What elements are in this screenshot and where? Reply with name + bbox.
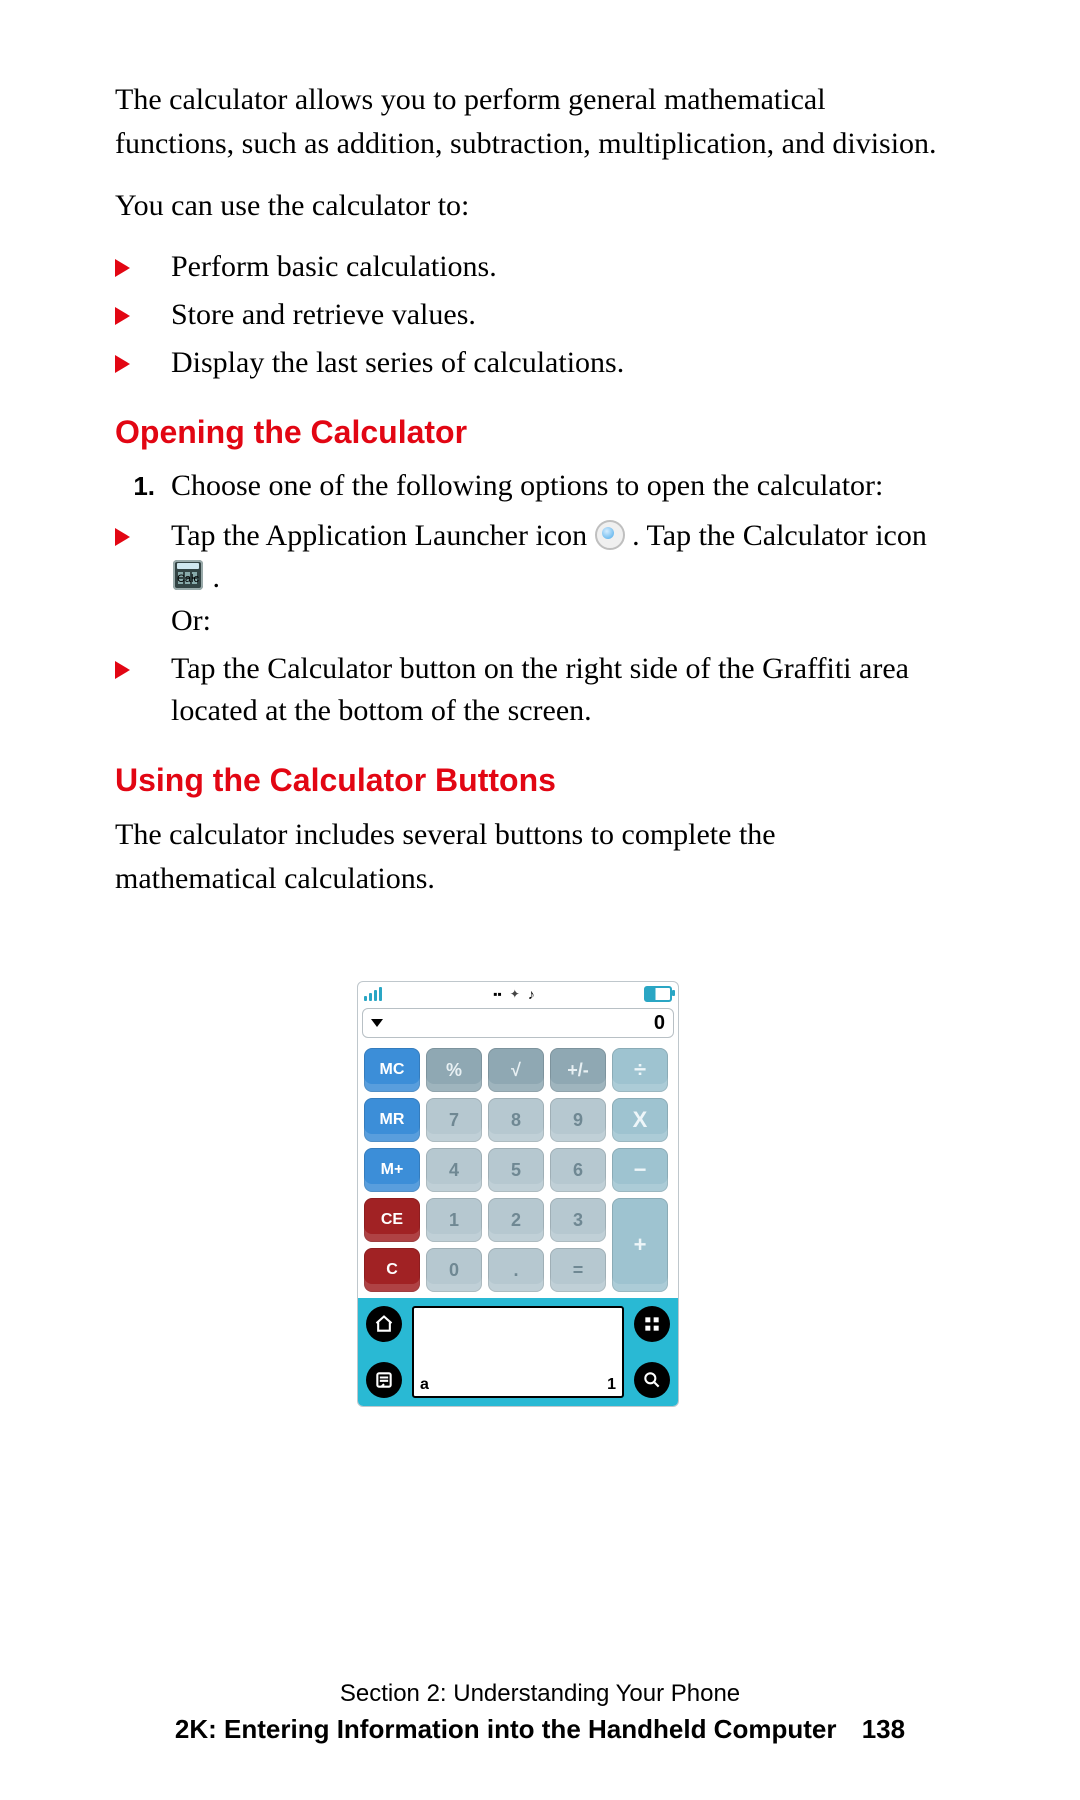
bullet-item: Display the last series of calculations. <box>163 342 940 384</box>
signal-icon <box>364 987 384 1001</box>
key-c[interactable]: C <box>364 1248 420 1292</box>
application-launcher-icon <box>595 520 625 550</box>
status-indicator-icon: ▪▪ <box>493 987 502 1001</box>
footer-section-line: Section 2: Understanding Your Phone <box>0 1680 1080 1708</box>
key-percent[interactable]: % <box>426 1048 482 1092</box>
dropdown-caret-icon[interactable] <box>371 1019 383 1027</box>
using-paragraph: The calculator includes several buttons … <box>115 813 940 901</box>
intro-paragraph-2: You can use the calculator to: <box>115 184 940 228</box>
intro-bullets: Perform basic calculations. Store and re… <box>115 246 940 384</box>
key-m-plus[interactable]: M+ <box>364 1148 420 1192</box>
key-6[interactable]: 6 <box>550 1148 606 1192</box>
graffiti-input-area[interactable]: a 1 <box>412 1306 624 1398</box>
key-1[interactable]: 1 <box>426 1198 482 1242</box>
graffiti-area: a 1 <box>358 1298 678 1406</box>
heading-using-buttons: Using the Calculator Buttons <box>115 762 940 799</box>
key-divide[interactable]: ÷ <box>612 1048 668 1092</box>
step-number: 1. <box>115 465 155 507</box>
key-mr[interactable]: MR <box>364 1098 420 1142</box>
numbered-step: 1. Choose one of the following options t… <box>163 465 940 507</box>
calculator-icon-caption: Calc <box>171 558 205 600</box>
key-sqrt[interactable]: √ <box>488 1048 544 1092</box>
apps-grid-icon[interactable] <box>634 1306 670 1342</box>
target-icon: ✦ <box>510 987 520 1001</box>
opening-substeps: Tap the Application Launcher icon . Tap … <box>115 515 940 732</box>
bullet-item: Tap the Application Launcher icon . Tap … <box>163 515 940 642</box>
key-2[interactable]: 2 <box>488 1198 544 1242</box>
graffiti-left-icons <box>366 1306 402 1398</box>
key-multiply[interactable]: X <box>612 1098 668 1142</box>
graffiti-numeric-label: 1 <box>607 1376 616 1394</box>
intro-paragraph-1: The calculator allows you to perform gen… <box>115 78 940 166</box>
graffiti-right-icons <box>634 1306 670 1398</box>
status-right <box>644 986 672 1002</box>
key-decimal[interactable]: . <box>488 1248 544 1292</box>
key-3[interactable]: 3 <box>550 1198 606 1242</box>
key-add[interactable]: + <box>612 1198 668 1292</box>
step-text: Choose one of the following options to o… <box>171 469 883 502</box>
key-4[interactable]: 4 <box>426 1148 482 1192</box>
graffiti-alpha-label: a <box>420 1376 429 1394</box>
calculator-device: ▪▪ ✦ ♪ 0 MC % √ +/- ÷ MR 7 8 <box>357 981 679 1407</box>
key-ce[interactable]: CE <box>364 1198 420 1242</box>
key-7[interactable]: 7 <box>426 1098 482 1142</box>
key-5[interactable]: 5 <box>488 1148 544 1192</box>
key-8[interactable]: 8 <box>488 1098 544 1142</box>
key-0[interactable]: 0 <box>426 1248 482 1292</box>
triangle-bullet-icon <box>115 307 130 325</box>
key-9[interactable]: 9 <box>550 1098 606 1142</box>
status-center: ▪▪ ✦ ♪ <box>493 986 535 1002</box>
status-left <box>364 987 384 1001</box>
battery-icon <box>644 986 672 1002</box>
calculator-keypad: MC % √ +/- ÷ MR 7 8 9 X M+ 4 5 6 − CE 1 … <box>358 1042 678 1298</box>
substep-a-text-post: . <box>213 561 221 594</box>
music-note-icon: ♪ <box>528 986 535 1002</box>
heading-opening-calculator: Opening the Calculator <box>115 414 940 451</box>
bullet-item: Tap the Calculator button on the right s… <box>163 648 940 732</box>
bullet-text: Store and retrieve values. <box>171 298 476 331</box>
triangle-bullet-icon <box>115 661 130 679</box>
substep-a-text-pre: Tap the Application Launcher icon <box>171 519 595 552</box>
key-equals[interactable]: = <box>550 1248 606 1292</box>
triangle-bullet-icon <box>115 259 130 277</box>
calculator-figure: ▪▪ ✦ ♪ 0 MC % √ +/- ÷ MR 7 8 <box>357 981 677 1407</box>
menu-list-icon[interactable] <box>366 1362 402 1398</box>
triangle-bullet-icon <box>115 355 130 373</box>
bullet-item: Store and retrieve values. <box>163 294 940 336</box>
substep-b-text: Tap the Calculator button on the right s… <box>171 652 909 727</box>
key-subtract[interactable]: − <box>612 1148 668 1192</box>
substep-a-text-mid: . Tap the Calculator icon <box>632 519 927 552</box>
document-page: The calculator allows you to perform gen… <box>0 0 1080 1800</box>
footer-chapter-line: 2K: Entering Information into the Handhe… <box>0 1714 1080 1745</box>
calculator-display-value: 0 <box>654 1012 665 1035</box>
calculator-display: 0 <box>362 1008 674 1038</box>
or-text: Or: <box>171 604 211 637</box>
bullet-item: Perform basic calculations. <box>163 246 940 288</box>
calculator-app-icon: Calc <box>171 560 205 600</box>
triangle-bullet-icon <box>115 528 130 546</box>
page-footer: Section 2: Understanding Your Phone 2K: … <box>0 1680 1080 1745</box>
search-icon[interactable] <box>634 1362 670 1398</box>
bullet-text: Display the last series of calculations. <box>171 346 624 379</box>
key-mc[interactable]: MC <box>364 1048 420 1092</box>
key-plus-minus[interactable]: +/- <box>550 1048 606 1092</box>
footer-page-number: 138 <box>862 1714 905 1744</box>
footer-chapter-text: 2K: Entering Information into the Handhe… <box>175 1714 837 1744</box>
home-icon[interactable] <box>366 1306 402 1342</box>
status-bar: ▪▪ ✦ ♪ <box>358 982 678 1006</box>
bullet-text: Perform basic calculations. <box>171 250 497 283</box>
opening-steps: 1. Choose one of the following options t… <box>115 465 940 507</box>
